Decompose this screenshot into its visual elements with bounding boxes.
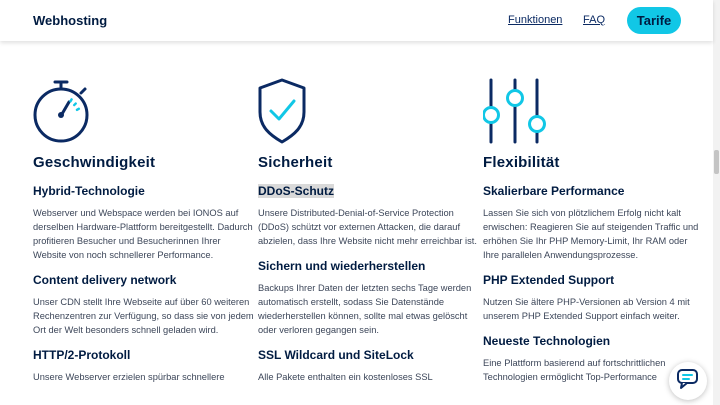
column-title: Sicherheit: [258, 154, 333, 171]
feature-description: Alle Pakete enthalten ein kostenloses SS…: [258, 372, 433, 382]
feature-description: Backups Ihrer Daten der letzten sechs Ta…: [258, 283, 472, 335]
tarife-button[interactable]: Tarife: [627, 7, 681, 34]
nav-link-faq[interactable]: FAQ: [583, 14, 605, 26]
column-title: Flexibilität: [483, 154, 560, 171]
feature-column-security: Sicherheit DDoS-Schutz Unsere Distribute…: [258, 78, 480, 395]
feature-title: Neueste Technologien: [483, 334, 611, 348]
feature-description: Nutzen Sie ältere PHP-Versionen ab Versi…: [483, 297, 690, 321]
feature-title: Hybrid-Technologie: [33, 184, 145, 198]
feature-title: HTTP/2-Protokoll: [33, 348, 131, 362]
scrollbar-thumb[interactable]: [714, 150, 719, 174]
feature-title: SSL Wildcard und SiteLock: [258, 348, 414, 362]
sliders-icon: [482, 78, 553, 144]
feature-description: Unsere Webserver erzielen spürbar schnel…: [33, 372, 225, 382]
feature-title: Sichern und wiederherstellen: [258, 259, 426, 273]
chat-button[interactable]: [669, 362, 707, 400]
feature-column-speed: Geschwindigkeit Hybrid-Technologie Webse…: [33, 78, 255, 395]
feature-description: Webserver und Webspace werden bei IONOS …: [33, 208, 253, 260]
feature-column-flexibility: Flexibilität Skalierbare Performance Las…: [482, 78, 705, 395]
nav-link-funktionen[interactable]: Funktionen: [508, 14, 562, 26]
feature-description: Lassen Sie sich von plötzlichem Erfolg n…: [483, 208, 699, 260]
feature-title: Content delivery network: [33, 273, 177, 287]
feature-title: Skalierbare Performance: [483, 184, 625, 198]
column-title: Geschwindigkeit: [33, 154, 156, 171]
chat-icon: [676, 367, 700, 396]
feature-title-highlighted: DDoS-Schutz: [258, 184, 480, 199]
shield-check-icon: [258, 78, 328, 144]
feature-title: PHP Extended Support: [483, 273, 615, 287]
brand-title[interactable]: Webhosting: [33, 13, 107, 28]
stopwatch-icon: [33, 78, 103, 144]
top-navigation-bar: Webhosting Funktionen FAQ Tarife: [0, 0, 713, 41]
feature-description: Unsere Distributed-Denial-of-Service Pro…: [258, 208, 477, 246]
page-scrollbar[interactable]: [713, 0, 720, 405]
feature-description: Unser CDN stellt Ihre Webseite auf über …: [33, 297, 254, 335]
feature-title-text: DDoS-Schutz: [258, 184, 334, 198]
